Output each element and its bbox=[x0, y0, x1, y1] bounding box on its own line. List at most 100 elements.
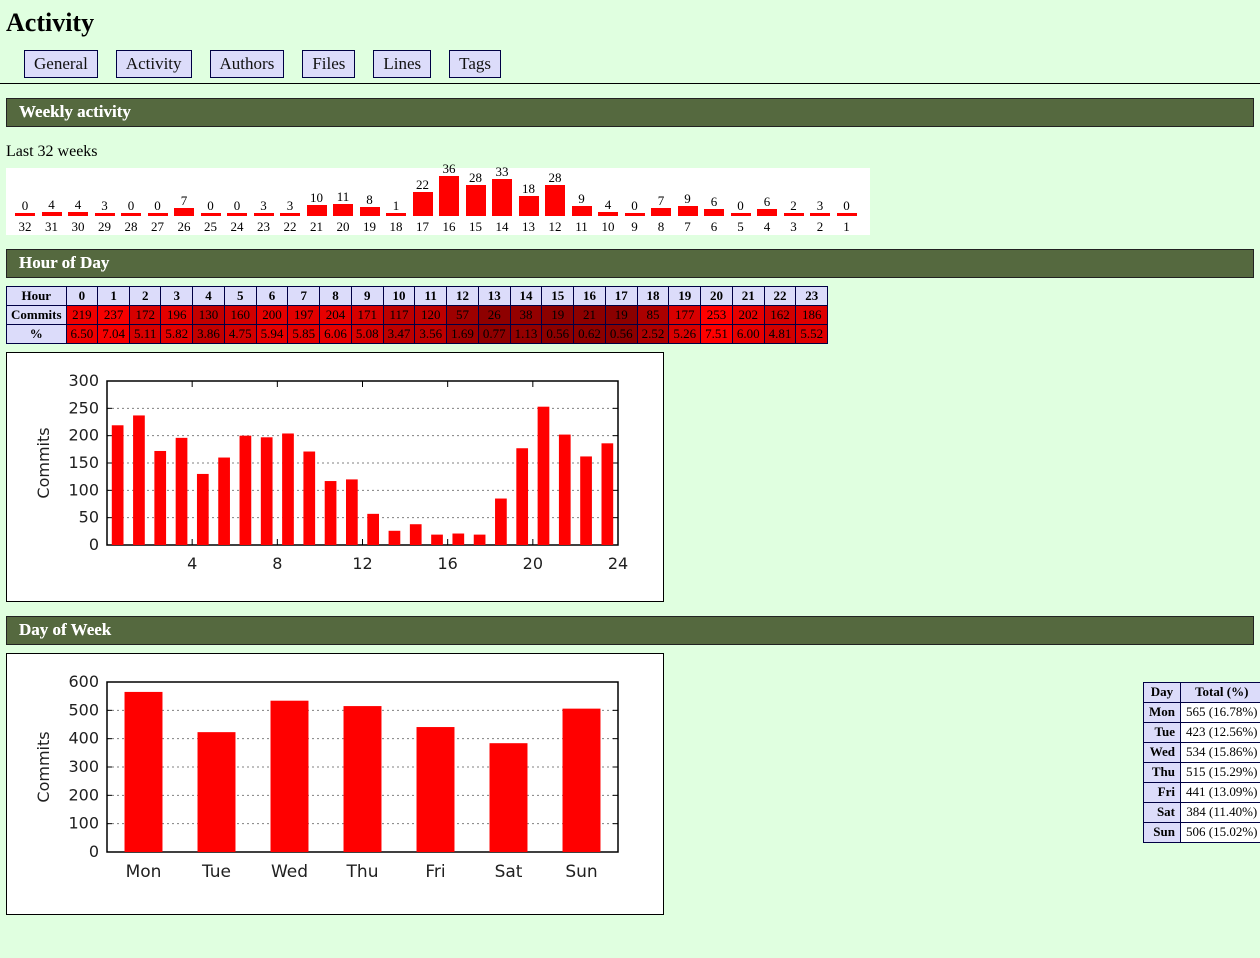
weekly-bar-value: 4 bbox=[595, 198, 621, 211]
hour-table-commits-cell: 202 bbox=[732, 306, 764, 325]
hour-table-header-cell: 5 bbox=[224, 287, 256, 306]
weekly-bar-column: 024 bbox=[224, 168, 250, 235]
svg-text:100: 100 bbox=[68, 814, 99, 833]
weekly-bar-label: 9 bbox=[622, 220, 648, 234]
tab-bar: General Activity Authors Files Lines Tags bbox=[0, 50, 1260, 84]
hour-table-percent-cell: 5.52 bbox=[796, 325, 828, 344]
weekly-bar bbox=[386, 213, 406, 216]
weekly-bar-column: 911 bbox=[569, 168, 595, 235]
weekly-bar-value: 3 bbox=[92, 199, 118, 212]
weekly-bar bbox=[333, 204, 353, 216]
weekly-bar-value: 0 bbox=[834, 199, 860, 212]
hour-of-day-chart: 0501001502002503004812162024Commits bbox=[6, 352, 664, 602]
hour-table-percent-cell: 1.13 bbox=[510, 325, 542, 344]
weekly-bar bbox=[651, 208, 671, 216]
hour-table-commits-cell: 19 bbox=[605, 306, 637, 325]
weekly-bar-column: 323 bbox=[251, 168, 277, 235]
weekly-bar bbox=[810, 213, 830, 216]
weekly-bar-label: 6 bbox=[701, 220, 727, 234]
tab-activity[interactable]: Activity bbox=[116, 50, 192, 78]
hour-table-percent-cell: 4.75 bbox=[224, 325, 256, 344]
weekly-bar bbox=[307, 205, 327, 216]
weekly-bar bbox=[466, 185, 486, 216]
weekly-bar-column: 430 bbox=[65, 168, 91, 235]
weekly-bar-column: 09 bbox=[622, 168, 648, 235]
weekly-bar-label: 12 bbox=[542, 220, 568, 234]
weekly-bar bbox=[757, 209, 777, 216]
hour-table-commits-cell: 219 bbox=[66, 306, 98, 325]
tab-tags[interactable]: Tags bbox=[449, 50, 501, 78]
svg-text:Commits: Commits bbox=[34, 731, 53, 802]
weekly-bar bbox=[678, 206, 698, 216]
day-of-week-day-cell: Sat bbox=[1144, 803, 1181, 823]
weekly-bar bbox=[545, 185, 565, 216]
tab-authors[interactable]: Authors bbox=[210, 50, 285, 78]
tab-general[interactable]: General bbox=[24, 50, 98, 78]
hour-of-day-table: Hour012345678910111213141516171819202122… bbox=[6, 286, 828, 344]
hour-table-header-cell: 3 bbox=[161, 287, 193, 306]
hour-table-percent-cell: 7.04 bbox=[98, 325, 130, 344]
hour-table-percent-cell: 5.94 bbox=[256, 325, 288, 344]
weekly-bar-label: 20 bbox=[330, 220, 356, 234]
weekly-bar-column: 431 bbox=[39, 168, 65, 235]
hour-table-percent-cell: 6.50 bbox=[66, 325, 98, 344]
hour-table-commits-cell: 130 bbox=[193, 306, 225, 325]
weekly-bar-value: 0 bbox=[622, 199, 648, 212]
weekly-bar-label: 28 bbox=[118, 220, 144, 234]
hour-table-commits-cell: 172 bbox=[130, 306, 161, 325]
svg-text:300: 300 bbox=[68, 371, 99, 390]
hour-of-day-table-body: Hour012345678910111213141516171819202122… bbox=[7, 287, 828, 344]
weekly-range-label: Last 32 weeks bbox=[6, 143, 1260, 161]
weekly-bar bbox=[413, 192, 433, 216]
weekly-bar-column: 410 bbox=[595, 168, 621, 235]
hour-table-commits-cell: 26 bbox=[478, 306, 510, 325]
weekly-bar-label: 27 bbox=[145, 220, 171, 234]
weekly-bar-column: 01 bbox=[834, 168, 860, 235]
hour-table-percent-cell: 3.86 bbox=[193, 325, 225, 344]
day-of-week-day-cell: Sun bbox=[1144, 823, 1181, 843]
svg-text:0: 0 bbox=[89, 535, 99, 554]
tab-files[interactable]: Files bbox=[302, 50, 355, 78]
hour-table-row-percent: %6.507.045.115.823.864.755.945.856.065.0… bbox=[7, 325, 828, 344]
day-of-week-chart: 0100200300400500600MonTueWedThuFriSatSun… bbox=[6, 653, 664, 915]
svg-text:400: 400 bbox=[68, 729, 99, 748]
weekly-bar bbox=[201, 213, 221, 216]
hour-table-percent-cell: 5.82 bbox=[161, 325, 193, 344]
weekly-bar bbox=[227, 213, 247, 216]
weekly-bar-label: 18 bbox=[383, 220, 409, 234]
weekly-bar-label: 30 bbox=[65, 220, 91, 234]
hour-table-commits-cell: 21 bbox=[574, 306, 606, 325]
weekly-bar-label: 5 bbox=[728, 220, 754, 234]
weekly-bar-value: 9 bbox=[569, 192, 595, 205]
day-of-week-total-cell: 441 (13.09%) bbox=[1181, 783, 1260, 803]
weekly-bar bbox=[492, 179, 512, 216]
day-of-week-total-cell: 534 (15.86%) bbox=[1181, 743, 1260, 763]
hour-table-rowlabel-percent: % bbox=[7, 325, 67, 344]
weekly-bar-column: 819 bbox=[357, 168, 383, 235]
weekly-bar-column: 2812 bbox=[542, 168, 568, 235]
weekly-bar-column: 2815 bbox=[463, 168, 489, 235]
hour-table-commits-cell: 197 bbox=[288, 306, 320, 325]
svg-text:Sun: Sun bbox=[565, 862, 597, 882]
hour-table-percent-cell: 6.00 bbox=[732, 325, 764, 344]
weekly-bar bbox=[572, 206, 592, 216]
weekly-bar-column: 66 bbox=[701, 168, 727, 235]
weekly-bar-label: 32 bbox=[12, 220, 38, 234]
weekly-bar-value: 28 bbox=[463, 171, 489, 184]
tab-lines[interactable]: Lines bbox=[373, 50, 431, 78]
weekly-bar-label: 24 bbox=[224, 220, 250, 234]
weekly-bar bbox=[254, 213, 274, 216]
weekly-bar bbox=[598, 212, 618, 216]
weekly-bar-label: 2 bbox=[807, 220, 833, 234]
day-of-week-header-cell: Day bbox=[1144, 683, 1181, 703]
section-heading-weekly-activity: Weekly activity bbox=[6, 98, 1254, 127]
weekly-bar-value: 0 bbox=[728, 199, 754, 212]
weekly-bar-label: 13 bbox=[516, 220, 542, 234]
hour-table-percent-cell: 5.85 bbox=[288, 325, 320, 344]
weekly-bar-value: 10 bbox=[304, 191, 330, 204]
weekly-bar bbox=[174, 208, 194, 216]
weekly-bar-value: 11 bbox=[330, 190, 356, 203]
hour-table-header-cell: 8 bbox=[320, 287, 352, 306]
svg-text:150: 150 bbox=[68, 453, 99, 472]
day-of-week-table-body: Mon565 (16.78%)Tue423 (12.56%)Wed534 (15… bbox=[1144, 703, 1260, 843]
